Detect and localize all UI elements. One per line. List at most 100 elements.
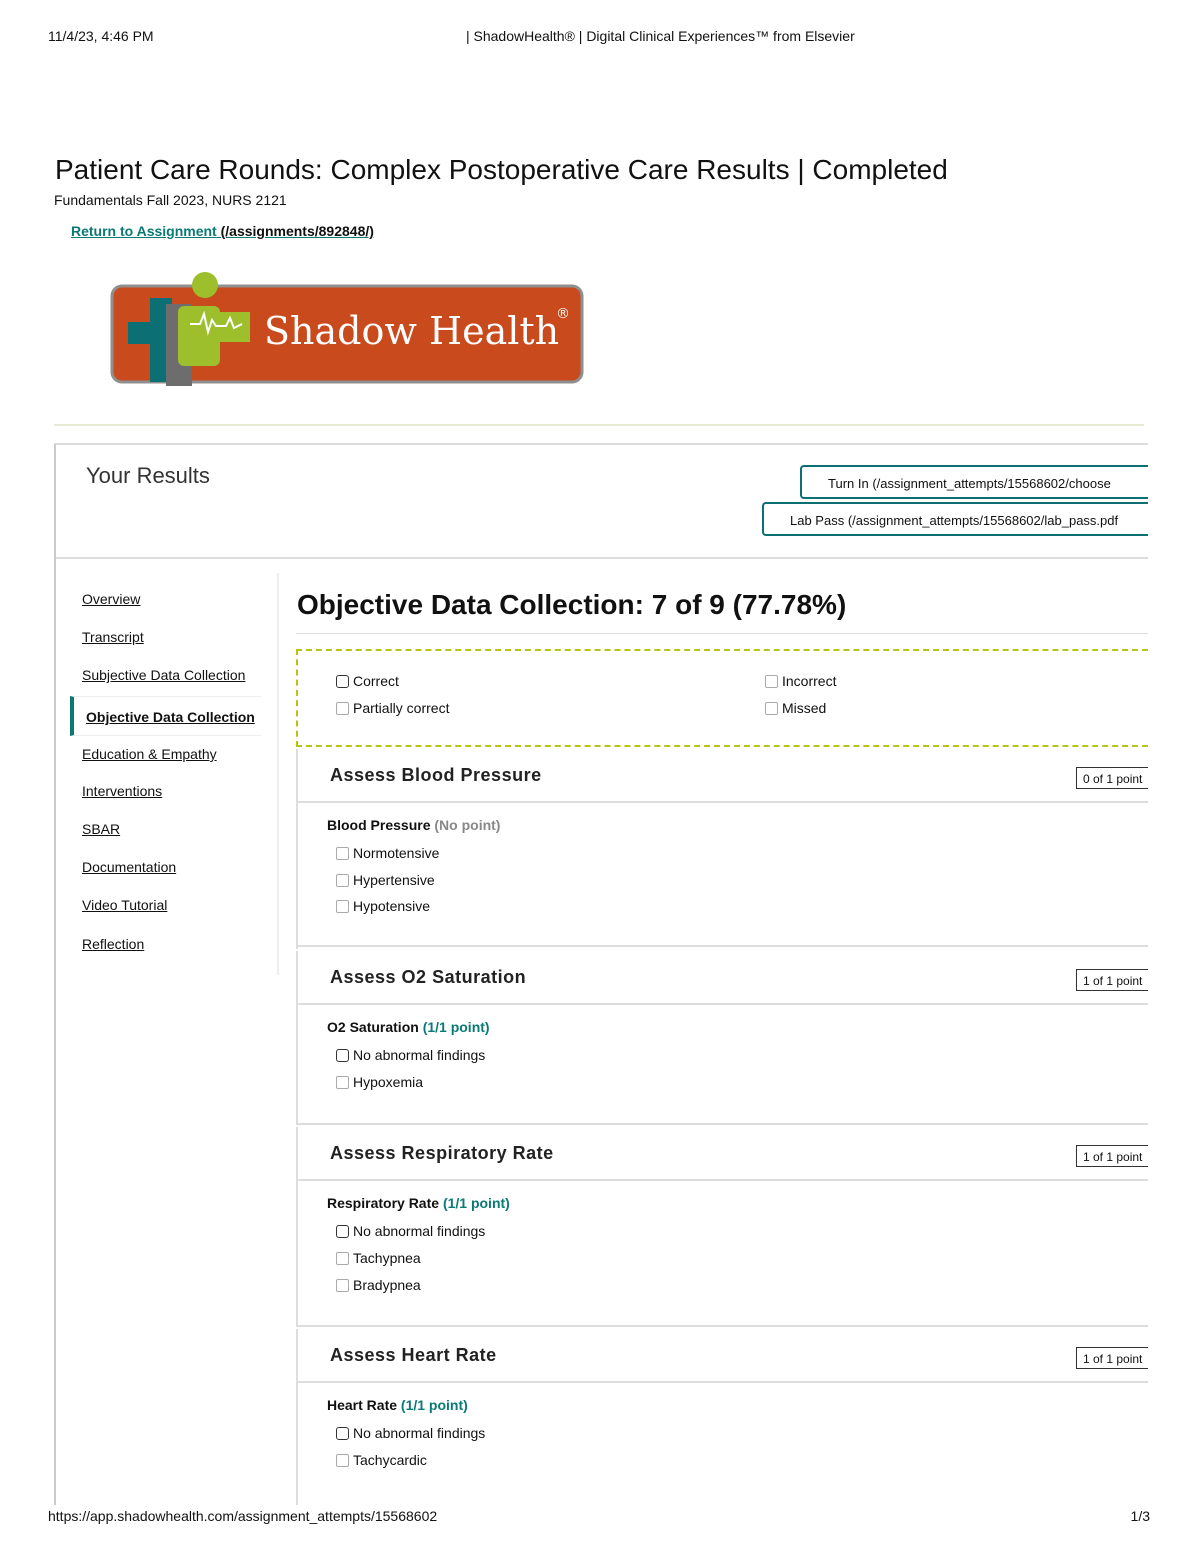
card-divider <box>298 1325 1148 1327</box>
question-label: Heart Rate (1/1 point) <box>327 1397 468 1413</box>
print-datetime: 11/4/23, 4:46 PM <box>48 28 154 44</box>
legend-correct: Correct <box>336 673 399 689</box>
logo-text: Shadow Health <box>264 309 559 353</box>
assess-heart-rate-card: Assess Heart Rate 1 of 1 point Heart Rat… <box>296 1329 1148 1505</box>
section-title-divider <box>296 633 1148 634</box>
points-badge: 1 of 1 point <box>1076 1145 1148 1167</box>
option-label: Hypertensive <box>353 872 435 888</box>
points-badge: 0 of 1 point <box>1076 767 1148 789</box>
card-header: Assess Respiratory Rate 1 of 1 point <box>298 1127 1148 1181</box>
result-legend: Correct Partially correct Incorrect Miss… <box>296 649 1148 747</box>
return-link-href: (/assignments/892848/) <box>216 223 374 239</box>
legend-correct-label: Correct <box>353 673 399 689</box>
question-name: Blood Pressure <box>327 817 431 833</box>
points-badge: 1 of 1 point <box>1076 969 1148 991</box>
option-bradypnea: Bradypnea <box>336 1277 421 1293</box>
option-tachypnea: Tachypnea <box>336 1250 421 1266</box>
assess-blood-pressure-card: Assess Blood Pressure 0 of 1 point Blood… <box>296 749 1148 949</box>
option-checkbox-icon <box>336 1224 349 1238</box>
option-checkbox-icon <box>336 1048 349 1062</box>
nav-item-subjective-data-collection[interactable]: Subjective Data Collection <box>82 667 245 683</box>
option-label: Hypoxemia <box>353 1074 424 1090</box>
option-tachycardic: Tachycardic <box>336 1452 427 1468</box>
question-name: O2 Saturation <box>327 1019 419 1035</box>
option-hypoxemia: Hypoxemia <box>336 1074 423 1090</box>
print-url: https://app.shadowhealth.com/assignment_… <box>48 1508 438 1524</box>
option-checkbox-icon <box>336 1251 349 1265</box>
turn-in-button[interactable]: Turn In (/assignment_attempts/15568602/c… <box>800 465 1148 499</box>
legend-partially-correct-label: Partially correct <box>353 700 450 716</box>
legend-missed-label: Missed <box>782 700 827 716</box>
print-page-title: | ShadowHealth® | Digital Clinical Exper… <box>466 28 855 44</box>
nav-item-sbar[interactable]: SBAR <box>82 821 120 837</box>
option-hypertensive: Hypertensive <box>336 872 435 888</box>
question-points: (1/1 point) <box>422 1019 490 1035</box>
option-checkbox-icon <box>336 1075 349 1089</box>
page-title: Patient Care Rounds: Complex Postoperati… <box>55 154 948 185</box>
assess-o2-saturation-card: Assess O2 Saturation 1 of 1 point O2 Sat… <box>296 951 1148 1125</box>
print-page-number: 1/3 <box>1130 1508 1150 1524</box>
option-label: Tachycardic <box>353 1452 427 1468</box>
card-title: Assess Heart Rate <box>330 1345 497 1365</box>
card-divider <box>298 945 1148 947</box>
option-no-abnormal-findings: No abnormal findings <box>336 1223 485 1239</box>
nav-item-video-tutorial[interactable]: Video Tutorial <box>82 897 167 913</box>
question-label: Respiratory Rate (1/1 point) <box>327 1195 510 1211</box>
question-points: (1/1 point) <box>442 1195 510 1211</box>
option-label: Normotensive <box>353 845 440 861</box>
option-checkbox-icon <box>336 873 349 887</box>
legend-incorrect: Incorrect <box>765 673 836 689</box>
legend-partially-correct: Partially correct <box>336 700 449 716</box>
option-checkbox-icon <box>336 1453 349 1467</box>
legend-incorrect-label: Incorrect <box>782 673 837 689</box>
option-checkbox-icon <box>336 1426 349 1440</box>
question-label: Blood Pressure (No point) <box>327 817 500 833</box>
nav-item-documentation[interactable]: Documentation <box>82 859 176 875</box>
legend-missed: Missed <box>765 700 826 716</box>
card-title: Assess O2 Saturation <box>330 967 527 987</box>
lab-pass-button[interactable]: Lab Pass (/assignment_attempts/15568602/… <box>762 502 1148 536</box>
nav-item-overview[interactable]: Overview <box>82 591 140 607</box>
course-name: Fundamentals Fall 2023, NURS 2121 <box>54 192 287 208</box>
option-label: Tachypnea <box>353 1250 421 1266</box>
nav-item-interventions[interactable]: Interventions <box>82 783 162 799</box>
section-title: Objective Data Collection: 7 of 9 (77.78… <box>297 589 847 620</box>
question-name: Respiratory Rate <box>327 1195 440 1211</box>
results-panel: Your Results Turn In (/assignment_attemp… <box>54 443 1148 1505</box>
card-title: Assess Respiratory Rate <box>330 1143 554 1163</box>
option-label: No abnormal findings <box>353 1223 486 1239</box>
card-divider <box>298 1123 1148 1125</box>
your-results-heading: Your Results <box>86 463 210 488</box>
option-label: Hypotensive <box>353 898 431 914</box>
option-checkbox-icon <box>336 1278 349 1292</box>
card-title: Assess Blood Pressure <box>330 765 542 785</box>
results-header: Your Results Turn In (/assignment_attemp… <box>56 445 1148 559</box>
question-name: Heart Rate <box>327 1397 398 1413</box>
option-label: Bradypnea <box>353 1277 421 1293</box>
option-checkbox-icon <box>336 846 349 860</box>
card-header: Assess O2 Saturation 1 of 1 point <box>298 951 1148 1005</box>
results-sidebar-nav: Overview Transcript Subjective Data Coll… <box>70 573 279 975</box>
return-to-assignment-link[interactable]: Return to Assignment (/assignments/89284… <box>71 223 374 239</box>
option-hypotensive: Hypotensive <box>336 898 430 914</box>
nav-item-education-empathy[interactable]: Education & Empathy <box>82 746 217 762</box>
card-header: Assess Heart Rate 1 of 1 point <box>298 1329 1148 1383</box>
question-points: (1/1 point) <box>400 1397 468 1413</box>
return-link-label: Return to Assignment <box>71 223 217 239</box>
nav-item-transcript[interactable]: Transcript <box>82 629 144 645</box>
card-header: Assess Blood Pressure 0 of 1 point <box>298 749 1148 803</box>
correct-checkbox-icon <box>336 674 349 688</box>
question-points: (No point) <box>434 817 501 833</box>
nav-item-objective-data-collection[interactable]: Objective Data Collection <box>70 696 261 736</box>
option-normotensive: Normotensive <box>336 845 439 861</box>
partially-correct-checkbox-icon <box>336 701 349 715</box>
nav-item-reflection[interactable]: Reflection <box>82 936 144 952</box>
incorrect-checkbox-icon <box>765 674 778 688</box>
header-divider <box>54 424 1144 426</box>
points-badge: 1 of 1 point <box>1076 1347 1148 1369</box>
option-checkbox-icon <box>336 899 349 913</box>
option-label: No abnormal findings <box>353 1425 486 1441</box>
shadow-health-logo: Shadow Health ® <box>110 272 584 386</box>
assess-respiratory-rate-card: Assess Respiratory Rate 1 of 1 point Res… <box>296 1127 1148 1327</box>
missed-checkbox-icon <box>765 701 778 715</box>
